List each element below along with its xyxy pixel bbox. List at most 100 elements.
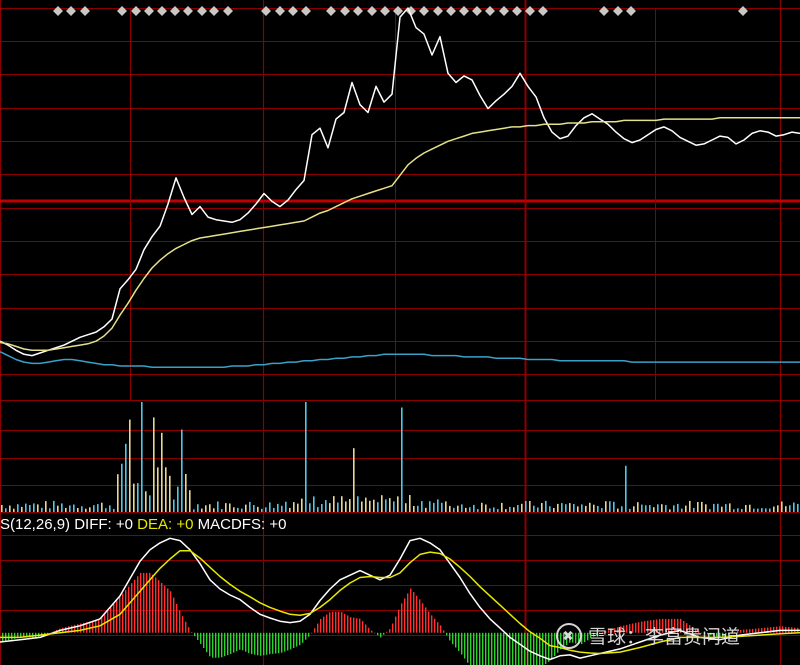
volume-bar <box>521 503 523 512</box>
volume-bar <box>625 465 627 512</box>
marker-diamond <box>117 6 127 16</box>
marker-diamond <box>223 6 233 16</box>
macd-histogram-bar <box>776 626 778 633</box>
volume-bar <box>1 505 3 512</box>
macd-histogram-bar <box>236 632 238 652</box>
macd-histogram-bar <box>149 572 151 633</box>
volume-bar <box>749 504 751 512</box>
macd-histogram-bar <box>257 632 259 656</box>
macd-histogram-bar <box>326 614 328 633</box>
volume-bar <box>793 502 795 512</box>
macd-histogram-bar <box>530 632 532 665</box>
volume-bar <box>661 504 663 512</box>
macd-histogram-bar <box>137 576 139 633</box>
macd-histogram-bar <box>140 572 142 633</box>
macd-histogram-bar <box>536 632 538 665</box>
volume-bar <box>333 496 335 512</box>
volume-bar <box>761 508 763 512</box>
marker-diamond <box>380 6 390 16</box>
volume-bar <box>5 508 7 512</box>
macd-histogram-bar <box>428 611 430 633</box>
macd-histogram-bar <box>122 593 124 633</box>
macd-histogram-bar <box>743 629 745 633</box>
volume-bar <box>609 501 611 512</box>
macd-histogram-bar <box>458 632 460 651</box>
volume-bar <box>493 507 495 512</box>
volume-bar <box>469 507 471 512</box>
volume-bar <box>277 503 279 512</box>
intraday-chart: S(12,26,9) DIFF: +0 DEA: +0 MACDFS: +0 雪… <box>0 0 800 665</box>
macd-histogram-bar <box>200 632 202 644</box>
volume-bar <box>213 508 215 512</box>
macd-histogram-bar <box>434 618 436 633</box>
volume-bar <box>401 407 403 512</box>
volume-bar <box>773 506 775 512</box>
macd-histogram-bar <box>476 632 478 665</box>
volume-bar <box>25 503 27 512</box>
volume-bar <box>37 504 39 512</box>
volume-bar <box>97 504 99 512</box>
volume-bar <box>701 501 703 512</box>
volume-bar <box>325 500 327 512</box>
volume-bar <box>105 508 107 512</box>
volume-bar <box>541 503 543 512</box>
marker-diamond <box>288 6 298 16</box>
volume-bar <box>377 502 379 512</box>
macd-histogram-bar <box>419 599 421 633</box>
macd-histogram-bar <box>392 623 394 633</box>
volume-bar <box>653 507 655 512</box>
top-markers <box>53 6 748 16</box>
macd-histogram-bar <box>401 603 403 633</box>
marker-diamond <box>326 6 336 16</box>
volume-bar <box>141 402 143 512</box>
volume-bar <box>457 505 459 512</box>
volume-bar <box>433 502 435 512</box>
volume-bar <box>417 505 419 512</box>
volume-bar <box>693 507 695 512</box>
macd-histogram-bar <box>251 632 253 655</box>
volume-bar <box>729 503 731 512</box>
volume-bar <box>181 429 183 512</box>
volume-bar <box>169 475 171 512</box>
macd-histogram-bar <box>8 632 10 641</box>
volume-bar <box>109 505 111 512</box>
macd-histogram-bar <box>410 588 412 633</box>
volume-bar <box>733 509 735 512</box>
marker-diamond <box>738 6 748 16</box>
volume-bar <box>9 505 11 512</box>
volume-bar <box>673 505 675 512</box>
macd-histogram-bar <box>305 632 307 640</box>
volume-bar <box>365 497 367 512</box>
volume-bar <box>745 505 747 512</box>
macd-histogram-bar <box>245 632 247 652</box>
macd-histogram-bar <box>494 632 496 665</box>
volume-bar <box>361 501 363 512</box>
volume-bar <box>309 503 311 512</box>
volume-bar <box>121 463 123 512</box>
macd-histogram-bar <box>407 593 409 633</box>
volume-bar <box>765 508 767 512</box>
volume-bar <box>229 503 231 512</box>
volume-bar <box>153 417 155 512</box>
macd-histogram-bar <box>233 632 235 653</box>
volume-bar <box>741 508 743 512</box>
macd-histogram-bar <box>752 628 754 633</box>
macd-histogram-bar <box>479 632 481 665</box>
volume-bar <box>61 503 63 512</box>
marker-diamond <box>353 6 363 16</box>
volume-bar <box>405 503 407 512</box>
marker-diamond <box>433 6 443 16</box>
volume-bar <box>573 504 575 512</box>
volume-bar <box>157 467 159 512</box>
grid-lines <box>0 0 800 665</box>
volume-bar <box>445 501 447 512</box>
macd-histogram-bar <box>755 628 757 633</box>
marker-diamond <box>446 6 456 16</box>
diff-label: DIFF: <box>74 516 112 533</box>
macd-histogram-bar <box>470 632 472 665</box>
macd-histogram-bar <box>335 611 337 633</box>
volume-bar <box>189 490 191 512</box>
macd-histogram-bar <box>506 632 508 665</box>
macd-histogram-bar <box>437 622 439 633</box>
volume-bar <box>533 505 535 512</box>
